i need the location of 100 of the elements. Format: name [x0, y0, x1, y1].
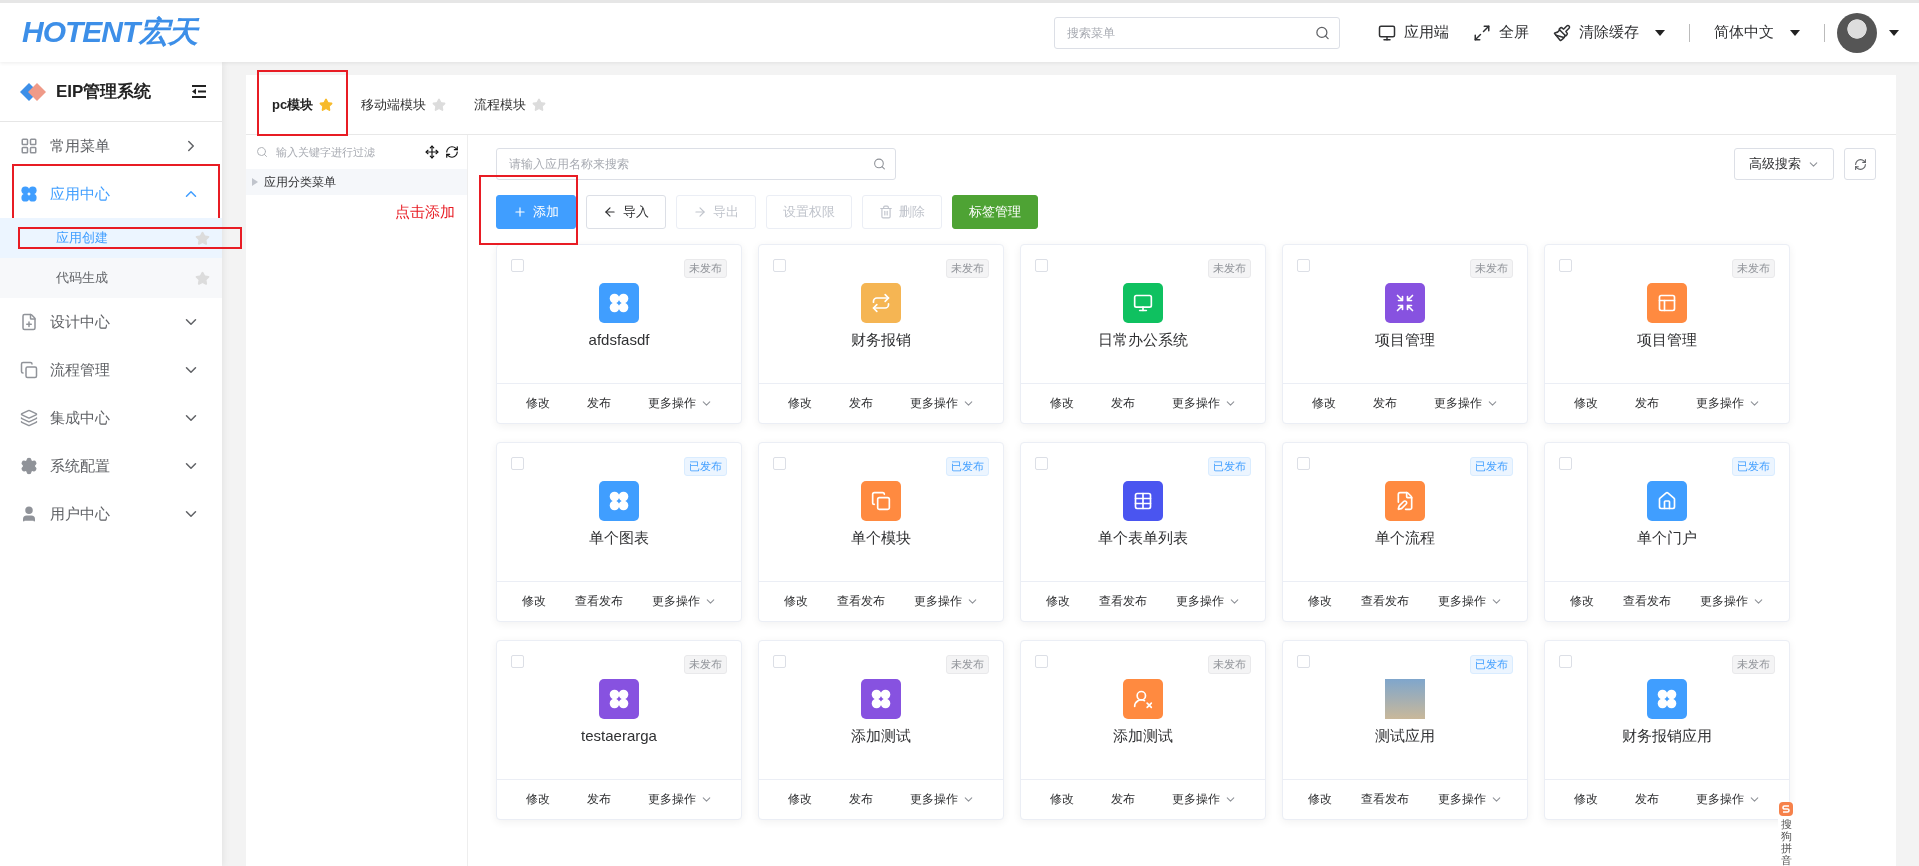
card-action[interactable]: 发布: [580, 790, 617, 809]
card-action[interactable]: 修改: [1301, 790, 1338, 809]
card-action[interactable]: 更多操作: [641, 394, 719, 413]
checkbox[interactable]: [1297, 457, 1310, 470]
card-action[interactable]: 更多操作: [641, 790, 719, 809]
card-action[interactable]: 修改: [519, 394, 556, 413]
checkbox[interactable]: [1297, 655, 1310, 668]
checkbox[interactable]: [1297, 259, 1310, 272]
menu-item[interactable]: 设计中心: [0, 298, 222, 346]
app-title: EIP管理系统: [56, 81, 153, 103]
checkbox[interactable]: [511, 259, 524, 272]
filter-field[interactable]: 输入关键字进行过滤: [274, 135, 419, 169]
menu-item[interactable]: 用户中心: [0, 490, 222, 538]
language-select[interactable]: 简体中文: [1702, 23, 1812, 42]
card-action[interactable]: 更多操作: [1693, 592, 1771, 611]
advanced-search-select[interactable]: 高级搜索: [1734, 148, 1834, 180]
tab[interactable]: 移动端模块: [347, 75, 461, 134]
menu-item[interactable]: 常用菜单: [0, 122, 222, 170]
checkbox[interactable]: [1035, 655, 1048, 668]
checkbox[interactable]: [773, 655, 786, 668]
clover-icon: [20, 185, 38, 203]
submenu-item[interactable]: 代码生成: [0, 258, 222, 298]
header-action[interactable]: 全屏: [1461, 23, 1541, 42]
menu-item[interactable]: 流程管理: [0, 346, 222, 394]
star-icon[interactable]: [432, 97, 447, 112]
card-action[interactable]: 修改: [781, 394, 818, 413]
plus-icon: [513, 205, 527, 219]
checkbox[interactable]: [1559, 457, 1572, 470]
card-action[interactable]: 更多操作: [1431, 790, 1509, 809]
card-action[interactable]: 查看发布: [1354, 592, 1415, 611]
header-action[interactable]: 应用端: [1366, 23, 1461, 42]
card-action[interactable]: 查看发布: [1354, 790, 1415, 809]
app-name: 单个流程: [1375, 529, 1435, 548]
star-icon[interactable]: [532, 97, 547, 112]
checkbox[interactable]: [1035, 457, 1048, 470]
card-action[interactable]: 更多操作: [903, 790, 981, 809]
header-action[interactable]: 清除缓存: [1541, 23, 1677, 42]
card-action[interactable]: 修改: [1305, 394, 1342, 413]
card-action[interactable]: 更多操作: [1169, 592, 1247, 611]
card-action[interactable]: 修改: [1043, 394, 1080, 413]
menu-item[interactable]: 系统配置: [0, 442, 222, 490]
tab[interactable]: 流程模块: [460, 75, 561, 134]
checkbox[interactable]: [511, 457, 524, 470]
refresh-icon: [1853, 157, 1867, 171]
tab[interactable]: pc模块: [258, 75, 348, 134]
card-action[interactable]: 修改: [781, 790, 818, 809]
card-action[interactable]: 更多操作: [1431, 592, 1509, 611]
star-icon[interactable]: [319, 97, 334, 112]
card-action[interactable]: 修改: [1039, 592, 1076, 611]
card-action[interactable]: 修改: [1567, 790, 1604, 809]
tree-node[interactable]: 应用分类菜单: [246, 169, 467, 195]
star-icon[interactable]: [195, 230, 210, 246]
card-action[interactable]: 查看发布: [830, 592, 891, 611]
card-action[interactable]: 修改: [519, 790, 556, 809]
card-action[interactable]: 更多操作: [1427, 394, 1505, 413]
checkbox[interactable]: [1035, 259, 1048, 272]
card-action[interactable]: 发布: [842, 790, 879, 809]
star-icon[interactable]: [195, 270, 210, 286]
checkbox[interactable]: [511, 655, 524, 668]
card-action[interactable]: 修改: [1567, 394, 1604, 413]
card-action[interactable]: 修改: [1301, 592, 1338, 611]
checkbox[interactable]: [773, 457, 786, 470]
toolbar-button[interactable]: 导入: [586, 195, 666, 229]
card-action[interactable]: 更多操作: [645, 592, 723, 611]
annotation-text: 点击添加: [395, 203, 455, 222]
card-action[interactable]: 更多操作: [1689, 394, 1767, 413]
menu-fold-icon[interactable]: [192, 85, 206, 98]
card-action[interactable]: 修改: [1043, 790, 1080, 809]
checkbox[interactable]: [773, 259, 786, 272]
ime-widget[interactable]: 搜狗拼音: [1778, 801, 1794, 866]
checkbox[interactable]: [1559, 655, 1572, 668]
card-action[interactable]: 发布: [1104, 394, 1141, 413]
card-action[interactable]: 发布: [1628, 790, 1665, 809]
card-action[interactable]: 修改: [1563, 592, 1600, 611]
status-tag: 未发布: [946, 655, 989, 674]
house-icon: [1657, 491, 1677, 511]
card-action[interactable]: 发布: [842, 394, 879, 413]
card-action[interactable]: 修改: [515, 592, 552, 611]
card-action[interactable]: 发布: [1366, 394, 1403, 413]
status-tag: 未发布: [1732, 655, 1775, 674]
card-action[interactable]: 更多操作: [907, 592, 985, 611]
avatar[interactable]: [1837, 12, 1877, 53]
card-action[interactable]: 查看发布: [1092, 592, 1153, 611]
card-action[interactable]: 修改: [777, 592, 814, 611]
user-icon: [20, 505, 38, 523]
card-action[interactable]: 查看发布: [568, 592, 629, 611]
card-action[interactable]: 发布: [1628, 394, 1665, 413]
card-action[interactable]: 更多操作: [1165, 790, 1243, 809]
card-action[interactable]: 发布: [580, 394, 617, 413]
card-action[interactable]: 更多操作: [903, 394, 981, 413]
card-action[interactable]: 发布: [1104, 790, 1141, 809]
refresh-button[interactable]: [1844, 148, 1876, 180]
card-action[interactable]: 查看发布: [1616, 592, 1677, 611]
app-name: 单个表单列表: [1098, 529, 1188, 548]
checkbox[interactable]: [1559, 259, 1572, 272]
menu-item[interactable]: 集成中心: [0, 394, 222, 442]
search-field[interactable]: 请输入应用名称来搜索: [497, 149, 895, 179]
card-action[interactable]: 更多操作: [1689, 790, 1767, 809]
search-field[interactable]: 搜索菜单: [1055, 17, 1339, 48]
card-action[interactable]: 更多操作: [1165, 394, 1243, 413]
